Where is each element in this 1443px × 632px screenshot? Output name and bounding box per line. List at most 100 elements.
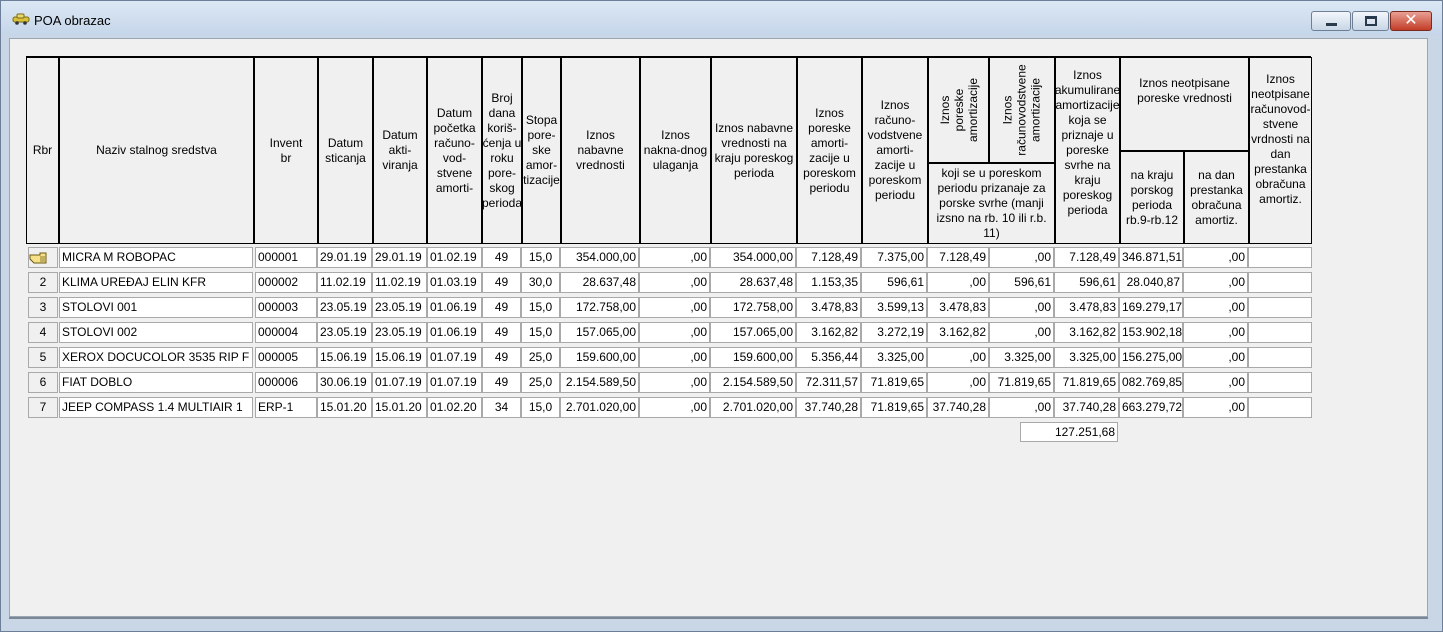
cell-neotpisana-dan[interactable]: ,00 xyxy=(1183,272,1248,293)
cell-datum-pocetka[interactable]: 01.02.19 xyxy=(427,247,482,268)
cell-poreska-amortizacija[interactable]: 1.153,35 xyxy=(796,272,861,293)
cell-broj-dana[interactable]: 49 xyxy=(482,247,521,268)
cell-nabavna-vrednost[interactable]: 157.065,00 xyxy=(560,322,639,343)
cell-nabavna-kraj[interactable]: 28.637,48 xyxy=(710,272,796,293)
cell-nabavna-vrednost[interactable]: 2.154.589,50 xyxy=(560,372,639,393)
cell-datum-pocetka[interactable]: 01.07.19 xyxy=(427,347,482,368)
cell-neotpisana-kraj[interactable]: 346.871,51 xyxy=(1119,247,1183,268)
cell-naknadno-ulaganje[interactable]: ,00 xyxy=(639,247,710,268)
cell-nabavna-vrednost[interactable]: 28.637,48 xyxy=(560,272,639,293)
cell-neotpisana-racunovodstvena[interactable] xyxy=(1248,247,1312,268)
cell-stopa[interactable]: 15,0 xyxy=(521,247,560,268)
cell-neotpisana-racunovodstvena[interactable] xyxy=(1248,397,1312,418)
cell-neotpisana-kraj[interactable]: 169.279,17 xyxy=(1119,297,1183,318)
cell-datum-aktiviranja[interactable]: 01.07.19 xyxy=(372,372,427,393)
cell-racunovodstvena-amortizacija[interactable]: 3.272,19 xyxy=(861,322,927,343)
cell-datum-pocetka[interactable]: 01.06.19 xyxy=(427,297,482,318)
cell-neotpisana-dan[interactable]: ,00 xyxy=(1183,322,1248,343)
cell-broj-dana[interactable]: 49 xyxy=(482,272,521,293)
cell-neotpisana-kraj[interactable]: 153.902,18 xyxy=(1119,322,1183,343)
cell-invent[interactable]: 000002 xyxy=(255,272,317,293)
cell-naziv[interactable]: STOLOVI 001 xyxy=(59,297,253,318)
cell-racunovodstvena-amortizacija[interactable]: 71.819,65 xyxy=(861,372,927,393)
cell-nabavna-kraj[interactable]: 172.758,00 xyxy=(710,297,796,318)
cell-akumulirana[interactable]: 37.740,28 xyxy=(1054,397,1119,418)
cell-naknadno-ulaganje[interactable]: ,00 xyxy=(639,347,710,368)
cell-racunovodstvena-amortizacija[interactable]: 71.819,65 xyxy=(861,397,927,418)
cell-naknadno-ulaganje[interactable]: ,00 xyxy=(639,322,710,343)
cell-datum-pocetka[interactable]: 01.06.19 xyxy=(427,322,482,343)
cell-invent[interactable]: 000003 xyxy=(255,297,317,318)
cell-priznaje-poreska[interactable]: 7.128,49 xyxy=(927,247,989,268)
cell-naknadno-ulaganje[interactable]: ,00 xyxy=(639,397,710,418)
cell-datum-pocetka[interactable]: 01.02.20 xyxy=(427,397,482,418)
cell-invent[interactable]: 000004 xyxy=(255,322,317,343)
cell-neotpisana-racunovodstvena[interactable] xyxy=(1248,322,1312,343)
cell-nabavna-kraj[interactable]: 354.000,00 xyxy=(710,247,796,268)
cell-datum-aktiviranja[interactable]: 15.01.20 xyxy=(372,397,427,418)
cell-datum-aktiviranja[interactable]: 29.01.19 xyxy=(372,247,427,268)
cell-broj-dana[interactable]: 49 xyxy=(482,297,521,318)
cell-neotpisana-dan[interactable]: ,00 xyxy=(1183,372,1248,393)
cell-nabavna-kraj[interactable]: 157.065,00 xyxy=(710,322,796,343)
cell-stopa[interactable]: 25,0 xyxy=(521,347,560,368)
cell-neotpisana-racunovodstvena[interactable] xyxy=(1248,372,1312,393)
cell-datum-aktiviranja[interactable]: 11.02.19 xyxy=(372,272,427,293)
cell-priznaje-poreska[interactable]: 3.162,82 xyxy=(927,322,989,343)
cell-neotpisana-kraj[interactable]: 28.040,87 xyxy=(1119,272,1183,293)
cell-priznaje-poreska[interactable]: 3.478,83 xyxy=(927,297,989,318)
cell-neotpisana-dan[interactable]: ,00 xyxy=(1183,347,1248,368)
maximize-button[interactable] xyxy=(1352,11,1389,31)
cell-broj-dana[interactable]: 34 xyxy=(482,397,521,418)
cell-datum-sticanja[interactable]: 11.02.19 xyxy=(317,272,372,293)
cell-priznaje-poreska[interactable]: 37.740,28 xyxy=(927,397,989,418)
cell-racunovodstvena-amortizacija[interactable]: 3.599,13 xyxy=(861,297,927,318)
cell-invent[interactable]: 000005 xyxy=(255,347,317,368)
cell-stopa[interactable]: 15,0 xyxy=(521,397,560,418)
cell-neotpisana-kraj[interactable]: 156.275,00 xyxy=(1119,347,1183,368)
cell-broj-dana[interactable]: 49 xyxy=(482,347,521,368)
cell-naziv[interactable]: MICRA M ROBOPAC xyxy=(59,247,253,268)
cell-akumulirana[interactable]: 596,61 xyxy=(1054,272,1119,293)
cell-priznaje-racunovodstvena[interactable]: ,00 xyxy=(989,322,1054,343)
cell-invent[interactable]: 000001 xyxy=(255,247,317,268)
cell-priznaje-racunovodstvena[interactable]: ,00 xyxy=(989,297,1054,318)
cell-priznaje-racunovodstvena[interactable]: 3.325,00 xyxy=(989,347,1054,368)
cell-broj-dana[interactable]: 49 xyxy=(482,322,521,343)
cell-neotpisana-kraj[interactable]: 082.769,85 xyxy=(1119,372,1183,393)
cell-poreska-amortizacija[interactable]: 37.740,28 xyxy=(796,397,861,418)
cell-akumulirana[interactable]: 3.478,83 xyxy=(1054,297,1119,318)
cell-akumulirana[interactable]: 7.128,49 xyxy=(1054,247,1119,268)
cell-datum-sticanja[interactable]: 15.01.20 xyxy=(317,397,372,418)
cell-neotpisana-dan[interactable]: ,00 xyxy=(1183,247,1248,268)
cell-priznaje-racunovodstvena[interactable]: ,00 xyxy=(989,397,1054,418)
cell-datum-sticanja[interactable]: 30.06.19 xyxy=(317,372,372,393)
cell-nabavna-kraj[interactable]: 159.600,00 xyxy=(710,347,796,368)
cell-poreska-amortizacija[interactable]: 5.356,44 xyxy=(796,347,861,368)
cell-invent[interactable]: ERP-1 xyxy=(255,397,317,418)
cell-datum-sticanja[interactable]: 23.05.19 xyxy=(317,297,372,318)
close-button[interactable]: ✕ xyxy=(1390,11,1432,31)
cell-priznaje-racunovodstvena[interactable]: 596,61 xyxy=(989,272,1054,293)
cell-poreska-amortizacija[interactable]: 72.311,57 xyxy=(796,372,861,393)
cell-priznaje-poreska[interactable]: ,00 xyxy=(927,372,989,393)
cell-datum-pocetka[interactable]: 01.07.19 xyxy=(427,372,482,393)
cell-naknadno-ulaganje[interactable]: ,00 xyxy=(639,297,710,318)
cell-racunovodstvena-amortizacija[interactable]: 596,61 xyxy=(861,272,927,293)
cell-nabavna-vrednost[interactable]: 159.600,00 xyxy=(560,347,639,368)
cell-akumulirana[interactable]: 3.325,00 xyxy=(1054,347,1119,368)
cell-datum-sticanja[interactable]: 23.05.19 xyxy=(317,322,372,343)
cell-nabavna-kraj[interactable]: 2.154.589,50 xyxy=(710,372,796,393)
cell-neotpisana-racunovodstvena[interactable] xyxy=(1248,347,1312,368)
cell-racunovodstvena-amortizacija[interactable]: 3.325,00 xyxy=(861,347,927,368)
cell-stopa[interactable]: 15,0 xyxy=(521,297,560,318)
cell-naziv[interactable]: KLIMA UREĐAJ ELIN KFR xyxy=(59,272,253,293)
cell-nabavna-vrednost[interactable]: 172.758,00 xyxy=(560,297,639,318)
cell-naknadno-ulaganje[interactable]: ,00 xyxy=(639,272,710,293)
cell-invent[interactable]: 000006 xyxy=(255,372,317,393)
cell-poreska-amortizacija[interactable]: 3.162,82 xyxy=(796,322,861,343)
cell-datum-aktiviranja[interactable]: 15.06.19 xyxy=(372,347,427,368)
cell-naziv[interactable]: STOLOVI 002 xyxy=(59,322,253,343)
cell-stopa[interactable]: 25,0 xyxy=(521,372,560,393)
minimize-button[interactable] xyxy=(1311,11,1351,31)
